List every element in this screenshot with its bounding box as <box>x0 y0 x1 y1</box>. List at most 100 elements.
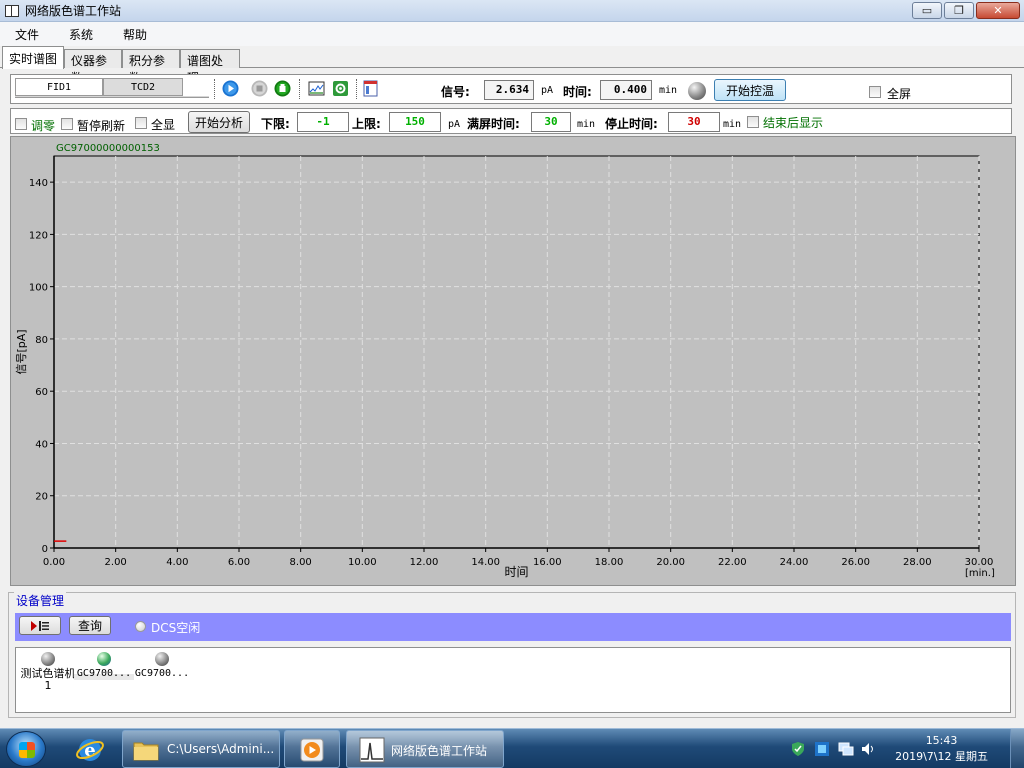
zero-checkbox[interactable] <box>15 118 27 130</box>
clock-time: 15:43 <box>925 734 958 747</box>
show-desktop-button[interactable] <box>1010 729 1024 768</box>
start-temp-control-button[interactable]: 开始控温 <box>714 79 786 101</box>
lower-limit-label: 下限: <box>261 117 290 131</box>
taskbar-chromatography[interactable]: 网络版色谱工作站 <box>346 730 504 768</box>
report-icon[interactable] <box>362 80 379 97</box>
chart-svg: 0.00 2.00 4.00 6.00 8.00 10.00 12.00 14.00 16.00… <box>15 143 995 579</box>
taskbar: e C:\Users\Admini... 网络版色谱工作站 15:43 2019… <box>0 728 1024 768</box>
menu-bar: 文件 系统 帮助 <box>0 22 1024 46</box>
device-play-list-button[interactable] <box>19 616 61 635</box>
channel-tab-tcd2[interactable]: TCD2 <box>103 78 183 96</box>
chromatogram-icon <box>359 737 385 763</box>
volume-icon[interactable] <box>860 741 876 757</box>
device-management-title: 设备管理 <box>14 592 67 609</box>
taskbar-explorer[interactable]: C:\Users\Admini... <box>122 730 280 768</box>
device-item[interactable]: 测试色谱机1 <box>18 652 78 692</box>
tab-integration-params[interactable]: 积分参数 <box>122 49 180 85</box>
toolbar-separator <box>356 79 357 99</box>
toolbar-separator <box>299 79 300 99</box>
toolbar-separator <box>214 79 215 99</box>
device-item[interactable]: GC9700... <box>132 652 192 680</box>
show-all-label: 全显 <box>151 118 176 132</box>
device-management-group: 设备管理 查询 DCS空闲 测试色谱机1 GC9700... GC9700... <box>8 592 1016 718</box>
tray-clock[interactable]: 15:43 2019\7\12 星期五 <box>895 733 988 765</box>
clock-date: 2019\7\12 星期五 <box>895 750 988 763</box>
x-tick-label: 14.00 <box>471 557 500 568</box>
restore-button[interactable]: ❐ <box>944 2 974 19</box>
x-axis-unit: [min.] <box>965 568 995 579</box>
network-shield-icon[interactable] <box>790 741 806 757</box>
media-icon <box>300 738 324 762</box>
record-icon[interactable] <box>274 80 291 97</box>
settings-icon[interactable] <box>332 80 349 97</box>
time-label: 时间: <box>563 85 592 99</box>
taskbar-media[interactable] <box>284 730 340 768</box>
x-tick-label: 30.00 <box>965 557 994 568</box>
zero-label: 调零 <box>31 119 56 133</box>
menu-file[interactable]: 文件 <box>0 26 54 43</box>
pause-refresh-checkbox[interactable] <box>61 118 73 130</box>
upper-limit-unit: pA <box>448 119 461 130</box>
taskbar-ie[interactable]: e <box>62 730 118 768</box>
app-book-icon <box>5 4 19 17</box>
y-axis-label: 信号[pA] <box>15 329 28 374</box>
device-name: GC9700... <box>76 668 132 679</box>
status-led <box>688 82 706 100</box>
network-icon[interactable] <box>838 741 854 757</box>
lower-limit-input[interactable]: -1 <box>297 112 349 132</box>
close-button[interactable]: ✕ <box>976 2 1020 19</box>
screen-time-label: 满屏时间: <box>467 117 520 131</box>
dcs-status-text: DCS空闲 <box>151 621 201 635</box>
device-status-icon <box>97 652 111 666</box>
upper-limit-input[interactable]: 150 <box>389 112 441 132</box>
screen-time-input[interactable]: 30 <box>531 112 571 132</box>
signal-label: 信号: <box>441 85 470 99</box>
y-tick-label: 20 <box>35 492 48 503</box>
x-tick-label: 8.00 <box>290 557 312 568</box>
stop-icon[interactable] <box>251 80 268 97</box>
start-button[interactable] <box>6 731 46 767</box>
window-title: 网络版色谱工作站 <box>25 4 122 18</box>
plot-area <box>53 155 980 549</box>
x-tick-label: 28.00 <box>903 557 932 568</box>
x-tick-label: 2.00 <box>105 557 127 568</box>
taskbar-chromatography-label: 网络版色谱工作站 <box>391 744 488 758</box>
chart-icon[interactable] <box>308 80 325 97</box>
fullscreen-label: 全屏 <box>887 87 912 101</box>
folder-icon <box>133 742 159 761</box>
tab-realtime-chromatogram[interactable]: 实时谱图 <box>2 46 64 69</box>
chart-title: GC97000000000153 <box>56 143 160 154</box>
title-bar: 网络版色谱工作站 ▭ ❐ ✕ <box>0 0 1024 22</box>
channel-tab-fid1[interactable]: FID1 <box>15 78 103 96</box>
show-after-end-label: 结束后显示 <box>763 116 824 130</box>
show-after-end-checkbox[interactable] <box>747 116 759 128</box>
x-tick-label: 12.00 <box>410 557 439 568</box>
play-icon[interactable] <box>222 80 239 97</box>
menu-system[interactable]: 系统 <box>54 26 108 43</box>
y-tick-label: 80 <box>35 335 48 346</box>
play-list-icon <box>31 620 49 631</box>
ie-icon: e <box>76 739 104 761</box>
y-tick-label: 120 <box>29 230 48 241</box>
menu-help[interactable]: 帮助 <box>108 26 162 43</box>
fullscreen-checkbox[interactable] <box>869 86 881 98</box>
query-button[interactable]: 查询 <box>69 616 111 635</box>
minimize-button[interactable]: ▭ <box>912 2 942 19</box>
dcs-status-radio <box>135 621 146 632</box>
x-tick-label: 4.00 <box>166 557 188 568</box>
system-tray: 15:43 2019\7\12 星期五 <box>788 729 988 768</box>
device-item[interactable]: GC9700... <box>74 652 134 680</box>
device-status-icon <box>155 652 169 666</box>
chromatogram-chart[interactable]: 0.00 2.00 4.00 6.00 8.00 10.00 12.00 14.00 16.00… <box>10 136 1016 586</box>
app-tray-icon[interactable] <box>814 741 830 757</box>
stop-time-input[interactable]: 30 <box>668 112 720 132</box>
device-name: GC9700... <box>134 668 190 679</box>
tab-chromatogram-processing[interactable]: 谱图处理 <box>180 49 240 85</box>
screen-time-unit: min <box>577 119 596 130</box>
show-all-checkbox[interactable] <box>135 117 147 129</box>
x-tick-label: 10.00 <box>348 557 377 568</box>
y-tick-label: 100 <box>29 283 48 294</box>
start-analysis-button[interactable]: 开始分析 <box>188 111 250 133</box>
x-tick-label: 0.00 <box>43 557 65 568</box>
tab-instrument-params[interactable]: 仪器参数 <box>64 49 122 85</box>
